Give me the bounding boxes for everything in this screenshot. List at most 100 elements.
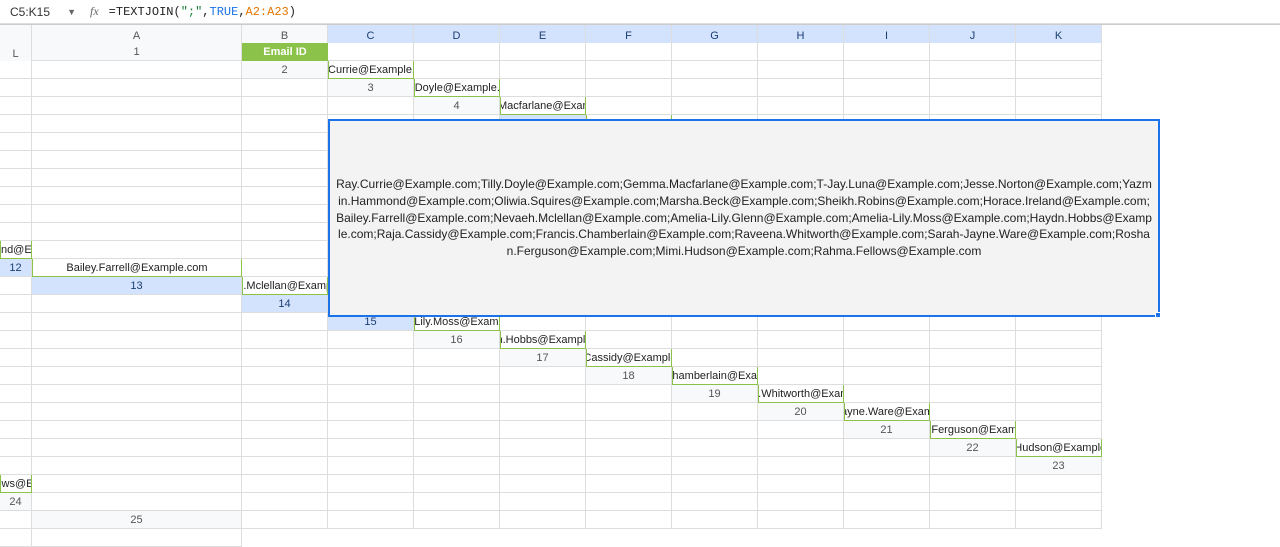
cell-H21[interactable]: [500, 439, 586, 457]
cell-L25[interactable]: [32, 529, 242, 547]
cell-F2[interactable]: [758, 61, 844, 79]
cell-K24[interactable]: [1016, 493, 1102, 511]
row-head-21[interactable]: 21: [844, 421, 930, 439]
cell-J13[interactable]: [1016, 277, 1102, 295]
cell-J15[interactable]: [32, 331, 242, 349]
cell-C6[interactable]: [844, 133, 930, 151]
cell-A21[interactable]: Roshan.Ferguson@Example.com: [930, 421, 1016, 439]
cell-A3[interactable]: Tilly.Doyle@Example.com: [414, 79, 500, 97]
cell-B19[interactable]: [844, 385, 930, 403]
cell-G2[interactable]: [844, 61, 930, 79]
cell-F15[interactable]: [844, 313, 930, 331]
cell-K19[interactable]: [586, 403, 672, 421]
cell-H24[interactable]: [758, 493, 844, 511]
cell-G16[interactable]: [1016, 331, 1102, 349]
cell-A4[interactable]: Gemma.Macfarlane@Example.com: [500, 97, 586, 115]
cell-G23[interactable]: [586, 475, 672, 493]
cell-E3[interactable]: [758, 79, 844, 97]
cell-D6[interactable]: [930, 133, 1016, 151]
cell-C22[interactable]: [32, 457, 242, 475]
cell-L13[interactable]: [32, 295, 242, 313]
cell-E15[interactable]: [758, 313, 844, 331]
cell-J19[interactable]: [500, 403, 586, 421]
cell-A24[interactable]: [32, 493, 242, 511]
cell-J23[interactable]: [844, 475, 930, 493]
cell-B3[interactable]: [500, 79, 586, 97]
cell-K14[interactable]: [32, 313, 242, 331]
cell-I3[interactable]: [0, 97, 32, 115]
cell-C23[interactable]: [242, 475, 328, 493]
cell-G4[interactable]: [1016, 97, 1102, 115]
cell-J2[interactable]: [0, 79, 32, 97]
cell-E21[interactable]: [242, 439, 328, 457]
cell-C3[interactable]: [586, 79, 672, 97]
cell-D19[interactable]: [1016, 385, 1102, 403]
cell-K23[interactable]: [930, 475, 1016, 493]
row-head-17[interactable]: 17: [500, 349, 586, 367]
cell-H13[interactable]: [844, 277, 930, 295]
cell-G20[interactable]: [328, 421, 414, 439]
cell-I14[interactable]: [1016, 295, 1102, 313]
row-head-25[interactable]: 25: [32, 511, 242, 529]
cell-I5[interactable]: [242, 133, 328, 151]
cell-F5[interactable]: [1016, 115, 1102, 133]
cell-C14[interactable]: [500, 295, 586, 313]
cell-L3[interactable]: [328, 97, 414, 115]
cell-J5[interactable]: [328, 133, 414, 151]
cell-J21[interactable]: [672, 439, 758, 457]
cell-E24[interactable]: [500, 493, 586, 511]
cell-C18[interactable]: [844, 367, 930, 385]
cell-F24[interactable]: [586, 493, 672, 511]
cell-E18[interactable]: [1016, 367, 1102, 385]
cell-K16[interactable]: [328, 349, 414, 367]
cell-I18[interactable]: [328, 385, 414, 403]
cell-D15[interactable]: [672, 313, 758, 331]
cell-L1[interactable]: [32, 61, 242, 79]
cell-L4[interactable]: [414, 115, 500, 133]
cell-H17[interactable]: [32, 367, 242, 385]
cell-D16[interactable]: [758, 331, 844, 349]
cell-J25[interactable]: [1016, 511, 1102, 529]
cell-I2[interactable]: [1016, 61, 1102, 79]
cell-H1[interactable]: [844, 43, 930, 61]
cell-K6[interactable]: [500, 151, 586, 169]
cell-D20[interactable]: [0, 421, 32, 439]
cell-D7[interactable]: [1016, 151, 1102, 169]
cell-E12[interactable]: [500, 259, 586, 277]
cell-D21[interactable]: [32, 439, 242, 457]
cell-D10[interactable]: [242, 223, 328, 241]
cell-C24[interactable]: [328, 493, 414, 511]
cell-D14[interactable]: [586, 295, 672, 313]
cell-H2[interactable]: [930, 61, 1016, 79]
cell-B25[interactable]: [328, 511, 414, 529]
cell-L14[interactable]: [242, 313, 328, 331]
cell-G6[interactable]: [32, 151, 242, 169]
cell-F3[interactable]: [844, 79, 930, 97]
cell-J16[interactable]: [242, 349, 328, 367]
cell-L22[interactable]: [930, 457, 1016, 475]
cell-E22[interactable]: [328, 457, 414, 475]
cell-H23[interactable]: [672, 475, 758, 493]
cell-G17[interactable]: [0, 367, 32, 385]
cell-J20[interactable]: [586, 421, 672, 439]
cell-A20[interactable]: Sarah-Jayne.Ware@Example.com: [844, 403, 930, 421]
cell-I23[interactable]: [758, 475, 844, 493]
cell-H4[interactable]: [0, 115, 32, 133]
cell-D8[interactable]: [0, 187, 32, 205]
cell-E6[interactable]: [1016, 133, 1102, 151]
cell-L20[interactable]: [758, 421, 844, 439]
cell-B10[interactable]: [0, 223, 32, 241]
cell-G12[interactable]: [672, 259, 758, 277]
cell-D25[interactable]: [500, 511, 586, 529]
cell-B14[interactable]: [414, 295, 500, 313]
row-head-14[interactable]: 14: [242, 295, 328, 313]
row-head-24[interactable]: 24: [0, 493, 32, 511]
cell-I15[interactable]: [0, 331, 32, 349]
cell-F25[interactable]: [672, 511, 758, 529]
row-head-19[interactable]: 19: [672, 385, 758, 403]
row-head-23[interactable]: 23: [1016, 457, 1102, 475]
cell-L18[interactable]: [586, 385, 672, 403]
row-head-18[interactable]: 18: [586, 367, 672, 385]
cell-C13[interactable]: [414, 277, 500, 295]
cell-K2[interactable]: [32, 79, 242, 97]
